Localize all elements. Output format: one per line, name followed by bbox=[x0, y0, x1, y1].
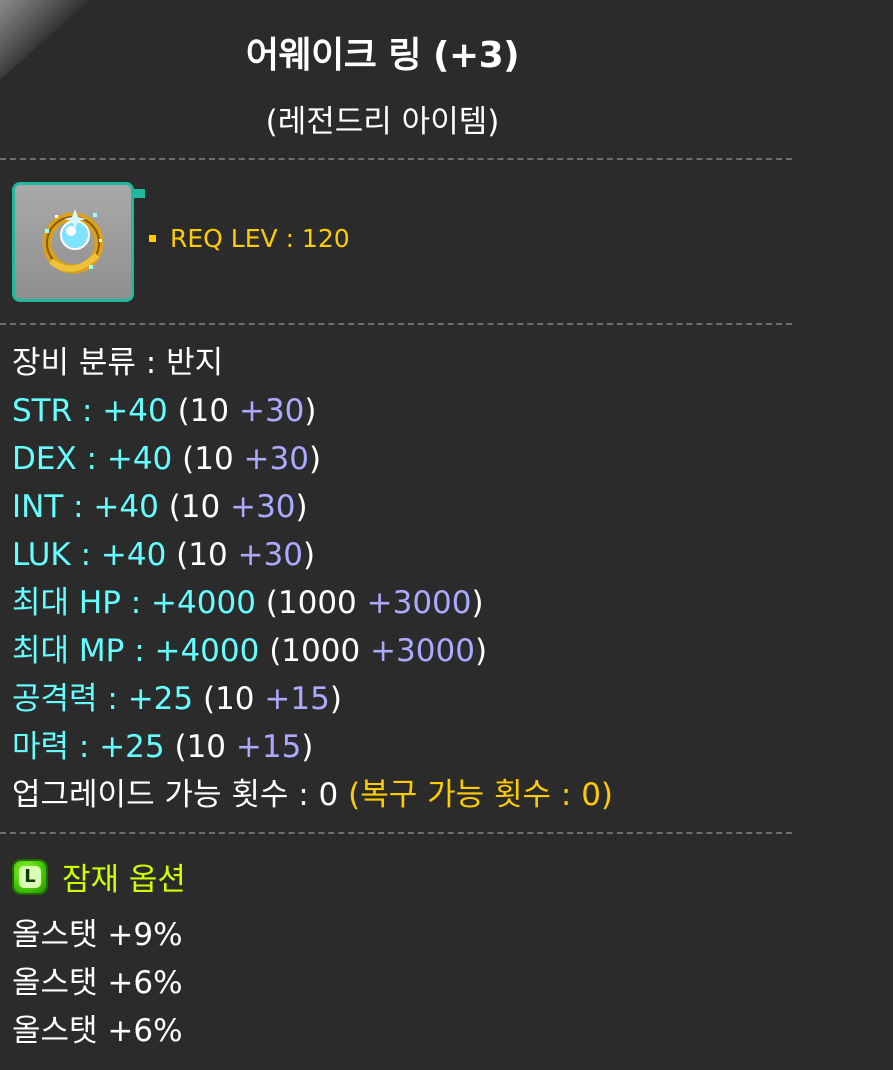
stat-base: (10 bbox=[172, 441, 244, 477]
stat-base: (10 bbox=[193, 681, 265, 717]
equip-category: 장비 분류 : 반지 bbox=[12, 345, 224, 381]
stat-attack: 공격력 : +25 (10 +15) bbox=[12, 676, 613, 724]
stat-close: ) bbox=[308, 441, 322, 477]
stat-label: STR : +40 bbox=[12, 393, 168, 429]
stat-label: 공격력 : +25 bbox=[12, 681, 194, 717]
legendary-grade-letter: L bbox=[19, 865, 41, 888]
stat-luk: LUK : +40 (10 +30) bbox=[12, 532, 613, 580]
stat-base: (10 bbox=[166, 537, 238, 573]
stat-close: ) bbox=[303, 537, 316, 573]
stat-bonus: +15 bbox=[264, 681, 330, 717]
stat-bonus: +30 bbox=[238, 393, 305, 429]
awake-ring-icon bbox=[42, 209, 104, 274]
divider bbox=[0, 832, 792, 834]
restore-count-text: (복구 가능 횟수 : 0) bbox=[348, 777, 614, 813]
stat-int: INT : +40 (10 +30) bbox=[12, 484, 613, 532]
required-level: REQ LEV : 120 bbox=[149, 224, 350, 253]
stat-close: ) bbox=[295, 489, 308, 525]
frame-tag bbox=[133, 189, 145, 198]
stat-base: (10 bbox=[164, 729, 236, 765]
stat-base: (10 bbox=[167, 393, 239, 429]
potential-line: 올스탯 +6% bbox=[12, 1013, 183, 1049]
stat-bonus: +30 bbox=[230, 489, 296, 525]
stat-label: LUK : +40 bbox=[12, 537, 167, 573]
stat-dex: DEX : +40 (10 +30) bbox=[12, 436, 613, 484]
stat-str: STR : +40 (10 +30) bbox=[12, 388, 613, 436]
stat-bonus: +3000 bbox=[370, 633, 475, 669]
potential-header: L 잠재 옵션 bbox=[12, 854, 186, 899]
stat-close: ) bbox=[304, 393, 317, 429]
bullet-icon bbox=[149, 235, 156, 242]
potential-list: 올스탯 +9% 올스탯 +6% 올스탯 +6% bbox=[12, 912, 183, 1056]
stat-close: ) bbox=[301, 729, 314, 765]
upgrade-count-text: 업그레이드 가능 횟수 : 0 bbox=[12, 777, 349, 813]
stat-base: (1000 bbox=[259, 633, 371, 669]
stat-close: ) bbox=[474, 633, 488, 669]
stat-label: 최대 MP : +4000 bbox=[12, 633, 260, 669]
stat-max-mp: 최대 MP : +4000 (1000 +3000) bbox=[12, 628, 613, 676]
item-name: 어웨이크 링 (+3) bbox=[245, 35, 520, 76]
item-icon-frame[interactable] bbox=[12, 182, 145, 302]
divider bbox=[0, 158, 792, 160]
stat-close: ) bbox=[329, 681, 342, 717]
potential-line: 올스탯 +6% bbox=[12, 965, 183, 1001]
stat-max-hp: 최대 HP : +4000 (1000 +3000) bbox=[12, 580, 613, 628]
stat-label: 마력 : +25 bbox=[12, 729, 165, 765]
item-grade: (레전드리 아이템) bbox=[265, 104, 500, 140]
stat-label: 최대 HP : +4000 bbox=[12, 585, 256, 621]
stat-label: DEX : +40 bbox=[12, 441, 173, 477]
stat-label: INT : +40 bbox=[12, 489, 159, 525]
stat-list: 장비 분류 : 반지 STR : +40 (10 +30) DEX : +40 … bbox=[12, 340, 613, 820]
required-level-text: REQ LEV : 120 bbox=[170, 224, 350, 253]
stat-bonus: +15 bbox=[235, 729, 302, 765]
potential-title: 잠재 옵션 bbox=[62, 862, 186, 898]
stat-bonus: +30 bbox=[237, 537, 303, 573]
stat-bonus: +3000 bbox=[366, 585, 472, 621]
stat-bonus: +30 bbox=[243, 441, 309, 477]
upgrade-count: 업그레이드 가능 횟수 : 0 (복구 가능 횟수 : 0) bbox=[12, 772, 613, 820]
stat-magic-attack: 마력 : +25 (10 +15) bbox=[12, 724, 613, 772]
potential-line: 올스탯 +9% bbox=[12, 917, 183, 953]
legendary-grade-icon: L bbox=[12, 858, 48, 895]
divider bbox=[0, 323, 792, 325]
stat-base: (10 bbox=[158, 489, 231, 525]
stat-close: ) bbox=[471, 585, 484, 621]
stat-base: (1000 bbox=[255, 585, 367, 621]
